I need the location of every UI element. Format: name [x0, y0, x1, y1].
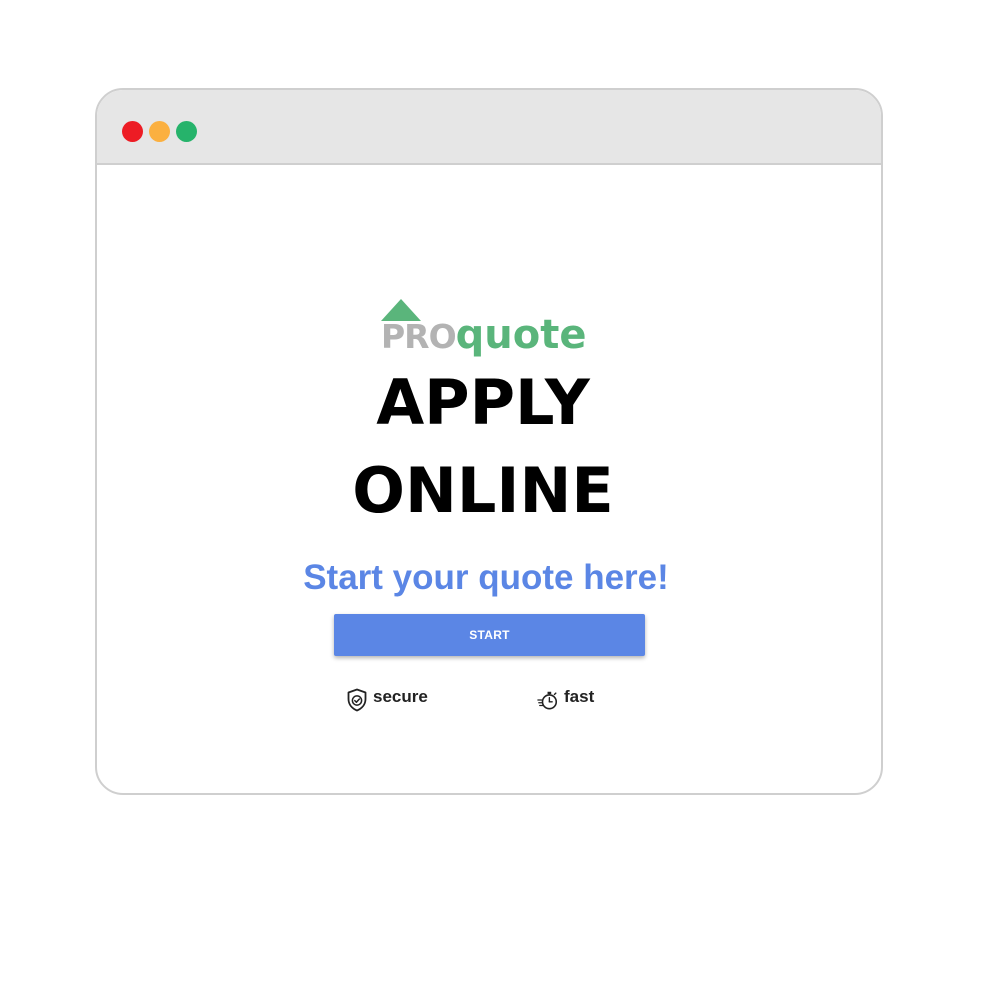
start-button[interactable]: START: [334, 614, 645, 656]
stopwatch-icon: [537, 691, 558, 710]
close-window-button[interactable]: [122, 121, 143, 142]
headline-apply: APPLY: [376, 366, 590, 439]
proquote-logo: PROquote: [380, 298, 587, 358]
feature-fast: fast: [537, 687, 595, 712]
logo-wordmark: PROquote: [381, 315, 587, 355]
window-titlebar: [97, 90, 881, 165]
feature-secure-label: secure: [373, 687, 428, 706]
minimize-window-button[interactable]: [149, 121, 170, 142]
logo-quote-text: quote: [455, 312, 587, 358]
logo-pro-text: PRO: [381, 317, 457, 356]
headline-online: ONLINE: [352, 454, 614, 527]
feature-fast-label: fast: [564, 687, 595, 706]
browser-window: PROquote APPLY ONLINE Start your quote h…: [95, 88, 883, 795]
shield-check-icon: [347, 688, 367, 712]
zoom-window-button[interactable]: [176, 121, 197, 142]
start-quote-subtitle: Start your quote here!: [303, 558, 669, 597]
feature-secure: secure: [346, 687, 428, 712]
